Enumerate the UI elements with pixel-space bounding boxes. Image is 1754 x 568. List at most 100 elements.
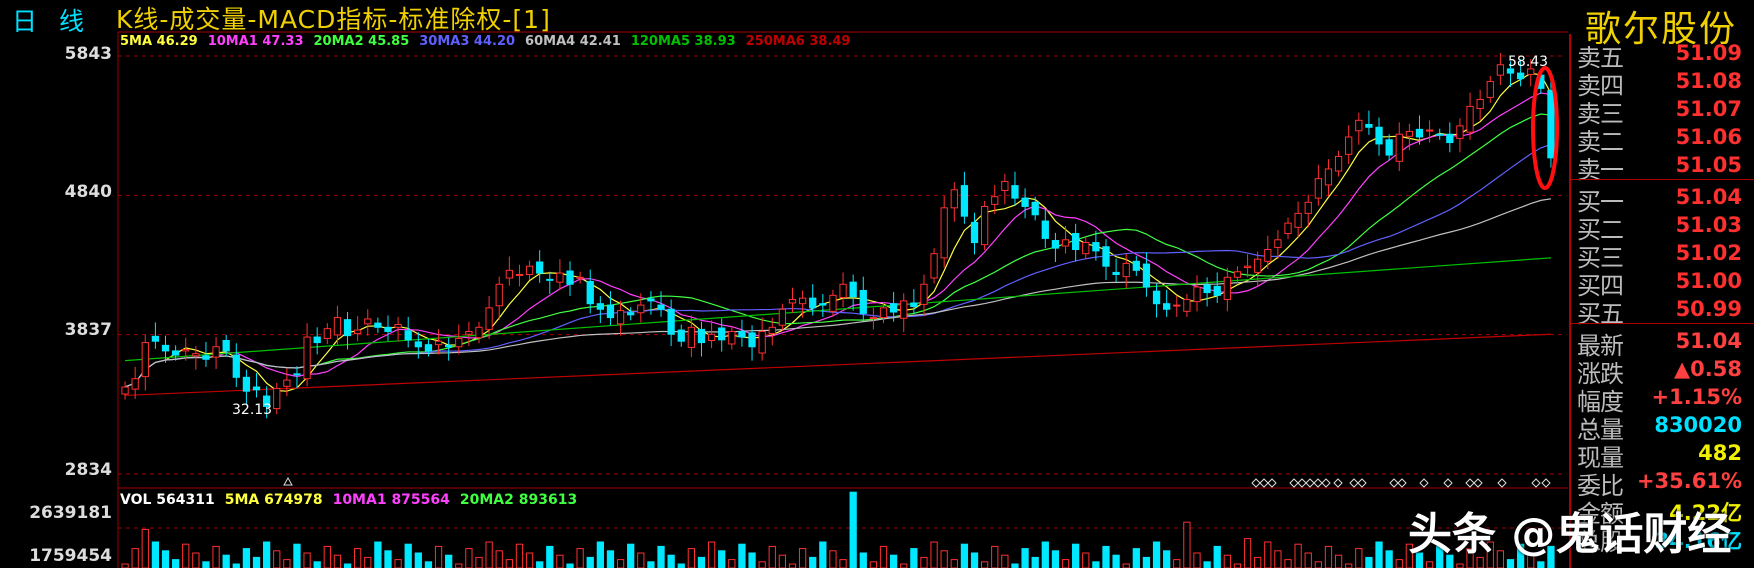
candle-body xyxy=(171,350,180,356)
signal-diamond xyxy=(1267,478,1277,488)
candle-body xyxy=(1446,133,1454,144)
price-tick-2: 4840 xyxy=(64,182,112,202)
volume-bar xyxy=(869,561,878,568)
candle-body xyxy=(707,333,716,342)
volume-bar xyxy=(536,561,544,568)
panel-divider xyxy=(1571,179,1754,180)
watermark: 头条 @鬼话财经 xyxy=(1408,509,1732,560)
signal-diamond xyxy=(1531,478,1541,488)
signal-diamond xyxy=(1321,478,1331,488)
volume-bar xyxy=(667,554,675,568)
volume-bar xyxy=(657,545,665,568)
ma-legend-item-4: 60MA4 42.41 xyxy=(525,34,621,49)
candle-body xyxy=(596,303,604,310)
ma-legend-item-6: 250MA6 38.49 xyxy=(745,34,851,49)
candle-body xyxy=(980,205,989,246)
volume-bar xyxy=(1031,556,1039,568)
quote-row-2-value: +1.15% xyxy=(1651,385,1742,409)
volume-bar xyxy=(980,561,989,568)
volume-bar xyxy=(1355,548,1363,568)
sell-row-4: 卖四 51.08 xyxy=(1571,66,1754,100)
candle-body xyxy=(616,310,625,325)
candle-body xyxy=(1395,133,1403,162)
volume-bar xyxy=(616,559,625,568)
candle-body xyxy=(1203,284,1211,294)
quote-row-5-value: +35.61% xyxy=(1636,469,1742,493)
volume-bar xyxy=(970,552,979,568)
candle-body xyxy=(505,269,513,279)
volume-bar xyxy=(849,491,857,568)
volume-bar xyxy=(1082,552,1090,568)
candle-body xyxy=(869,317,878,320)
signal-diamond xyxy=(1443,478,1453,488)
sell-row-1: 卖一 51.05 xyxy=(1571,150,1754,184)
candle-body xyxy=(910,302,918,307)
ma-legend-item-2: 20MA2 45.85 xyxy=(313,34,410,49)
volume-bar xyxy=(525,552,534,568)
sell-row-2: 卖二 51.06 xyxy=(1571,122,1754,156)
volume-bar xyxy=(1254,556,1262,568)
signal-diamond xyxy=(1289,478,1299,488)
volume-bar xyxy=(829,550,837,568)
volume-bar xyxy=(1537,561,1545,568)
candle-body xyxy=(1152,290,1161,305)
candle-body xyxy=(1122,262,1130,278)
volume-bar xyxy=(161,550,170,568)
volume-bar xyxy=(879,545,888,568)
volume-bar xyxy=(424,561,433,568)
candle-body xyxy=(354,329,362,335)
candle-body xyxy=(1092,242,1100,252)
volume-bar xyxy=(465,548,473,568)
volume-bar xyxy=(374,541,382,568)
quote-row-1: 涨跌 ▲0.58 xyxy=(1571,354,1754,388)
candle-body xyxy=(1456,125,1464,139)
kline-chart[interactable]: 58.43 32.13 xyxy=(0,0,1568,568)
high-price-label: 58.43 xyxy=(1508,54,1548,70)
candle-body xyxy=(212,346,220,358)
candle-body xyxy=(960,185,969,217)
vol-legend-item-3: 20MA2 893613 xyxy=(459,492,578,508)
candle-body xyxy=(515,274,524,277)
volume-bar xyxy=(343,563,352,568)
quote-row-3: 总量 830020 xyxy=(1571,410,1754,444)
volume-bar xyxy=(1193,552,1201,568)
volume-bar xyxy=(485,541,493,568)
candle-body xyxy=(1173,304,1181,307)
candle-body xyxy=(1294,212,1302,228)
candle-body xyxy=(970,221,979,244)
volume-bar xyxy=(1051,550,1060,568)
volume-bar xyxy=(455,563,463,568)
candle-body xyxy=(1496,64,1505,76)
buy-row-2: 买二 51.03 xyxy=(1571,210,1754,244)
volume-bar xyxy=(1324,545,1333,568)
candle-body xyxy=(1193,286,1201,303)
volume-bar xyxy=(262,541,271,568)
candle-body xyxy=(1112,271,1120,276)
signal-diamond xyxy=(1397,478,1407,488)
sell-row-3-value: 51.07 xyxy=(1675,97,1742,121)
candle-body xyxy=(1274,239,1282,248)
buy-row-1: 买一 51.04 xyxy=(1571,182,1754,216)
quote-row-2: 幅度 +1.15% xyxy=(1571,382,1754,416)
volume-bar xyxy=(1345,563,1353,568)
volume-bar xyxy=(364,556,372,568)
candle-body xyxy=(414,341,422,348)
low-price-label: 32.13 xyxy=(232,402,272,418)
candle-body xyxy=(1061,239,1070,247)
volume-bar xyxy=(1264,541,1272,568)
volume-bar xyxy=(252,556,261,568)
candle-body xyxy=(879,307,888,319)
candle-body xyxy=(1436,133,1444,136)
candle-body xyxy=(556,272,564,283)
candle-body xyxy=(1031,201,1039,216)
volume-bar xyxy=(859,552,867,568)
sell-row-3: 卖三 51.07 xyxy=(1571,94,1754,128)
candle-body xyxy=(606,304,615,319)
candle-body xyxy=(930,253,938,279)
volume-bar xyxy=(171,559,180,568)
candle-body xyxy=(1365,123,1373,128)
volume-bar xyxy=(1395,559,1403,568)
candle-body xyxy=(718,327,726,341)
candle-body xyxy=(1082,242,1090,255)
candle-body xyxy=(859,289,867,314)
